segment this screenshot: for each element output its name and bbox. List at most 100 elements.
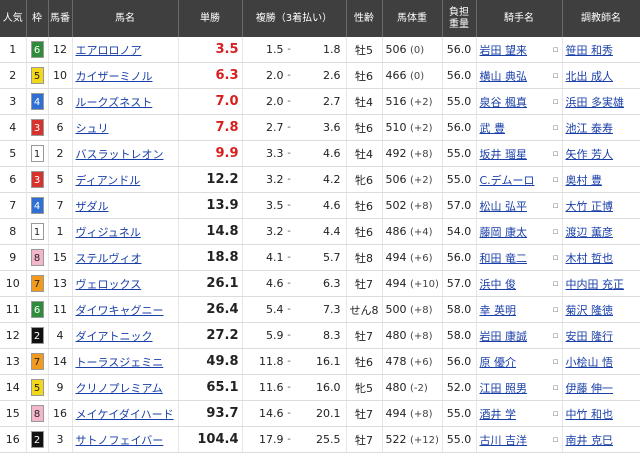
jockey-cell: 横山 典弘 ▫ [476, 62, 563, 89]
fukusho-high: 4.4 [322, 225, 341, 238]
trainer-name-link[interactable]: 伊藤 伸一 [566, 382, 614, 395]
jockey-name-link[interactable]: 和田 竜二 [480, 250, 528, 266]
trainer-name-link[interactable]: 安田 隆行 [566, 330, 614, 343]
jockey-marker: ▫ [552, 174, 559, 185]
waku-cell: 3 [26, 114, 49, 141]
col-tansho[interactable]: 単勝 [178, 0, 243, 37]
jockey-name-link[interactable]: 坂井 瑠星 [480, 146, 528, 162]
col-seirei[interactable]: 性齢 [346, 0, 383, 37]
col-horse[interactable]: 馬名 [72, 0, 179, 37]
tansho-cell: 7.0 [178, 88, 243, 115]
ninki-cell: 4 [0, 114, 27, 141]
horse-name-link[interactable]: ディアンドル [76, 174, 141, 187]
jockey-name-link[interactable]: 松山 弘平 [480, 198, 528, 214]
horse-cell: トーラスジェミニ [72, 348, 179, 375]
waku-cell: 3 [26, 166, 49, 193]
jockey-name-link[interactable]: 幸 英明 [480, 302, 517, 318]
horse-name-link[interactable]: メイケイダイハード [76, 408, 174, 421]
col-fukusho[interactable]: 複勝（3着払い） [242, 0, 347, 37]
jockey-cell: 松山 弘平 ▫ [476, 192, 563, 219]
trainer-name-link[interactable]: 中竹 和也 [566, 408, 614, 421]
jockey-name-link[interactable]: 岩田 望来 [480, 42, 528, 58]
col-jockey[interactable]: 騎手名 [476, 0, 563, 37]
umaban-cell: 4 [48, 322, 73, 349]
horse-cell: クリノプレミアム [72, 374, 179, 401]
horse-name-link[interactable]: ザダル [76, 200, 109, 213]
ninki-cell: 7 [0, 192, 27, 219]
jockey-name-link[interactable]: 原 優介 [480, 354, 517, 370]
fukusho-separator: - [287, 382, 291, 393]
ninki-cell: 11 [0, 296, 27, 323]
jockey-name-link[interactable]: 浜中 俊 [480, 276, 517, 292]
weight-diff: (+8) [410, 305, 433, 316]
horse-name-link[interactable]: トーラスジェミニ [76, 356, 164, 369]
jockey-name-link[interactable]: 酒井 学 [480, 406, 517, 422]
trainer-name-link[interactable]: 矢作 芳人 [566, 148, 614, 161]
weight-value: 506 [385, 173, 407, 186]
horse-name-link[interactable]: ステルヴィオ [76, 252, 142, 265]
jockey-name-link[interactable]: 古川 吉洋 [480, 432, 528, 448]
table-row: 16 2 3 サトノフェイバー 104.4 17.9 - 25.5 牡7 522… [0, 426, 640, 453]
horse-cell: サトノフェイバー [72, 426, 179, 453]
trainer-name-link[interactable]: 菊沢 隆徳 [566, 304, 614, 317]
horse-name-link[interactable]: ルークズネスト [76, 96, 153, 109]
horse-name-link[interactable]: クリノプレミアム [76, 382, 163, 395]
horse-name-link[interactable]: ダイワキャグニー [76, 304, 164, 317]
seirei-cell: 牡4 [346, 88, 383, 115]
trainer-name-link[interactable]: 浜田 多実雄 [566, 96, 625, 109]
umaban-cell: 6 [48, 114, 73, 141]
trainer-name-link[interactable]: 中内田 充正 [566, 278, 625, 291]
umaban-cell: 11 [48, 296, 73, 323]
horse-name-link[interactable]: バスラットレオン [76, 148, 164, 161]
trainer-name-link[interactable]: 池江 泰寿 [566, 122, 614, 135]
fukusho-high: 4.6 [322, 199, 341, 212]
jockey-name-link[interactable]: 横山 典弘 [480, 68, 528, 84]
jockey-name-link[interactable]: 武 豊 [480, 120, 506, 136]
trainer-name-link[interactable]: 笹田 和秀 [566, 44, 614, 57]
umaban-cell: 14 [48, 348, 73, 375]
fukusho-low: 11.8 [259, 355, 284, 368]
trainer-name-link[interactable]: 渡辺 薫彦 [566, 226, 614, 239]
jockey-cell: 江田 照男 ▫ [476, 374, 563, 401]
jockey-name-link[interactable]: 江田 照男 [480, 380, 528, 396]
trainer-cell: 北出 成人 [562, 62, 640, 89]
odds-table: 人気 枠 馬番 馬名 単勝 複勝（3着払い） 性齢 馬体重 負担 重量 騎手名 … [0, 0, 640, 453]
col-trainer[interactable]: 調教師名 [562, 0, 640, 37]
table-row: 15 8 16 メイケイダイハード 93.7 14.6 - 20.1 牡7 49… [0, 400, 640, 427]
horse-name-link[interactable]: ダイアトニック [76, 330, 153, 343]
seirei-cell: 牡6 [346, 62, 383, 89]
futan-cell: 56.0 [442, 244, 477, 271]
jockey-name-link[interactable]: C.デムーロ [480, 172, 535, 188]
col-futan[interactable]: 負担 重量 [442, 0, 477, 37]
futan-cell: 55.0 [442, 166, 477, 193]
trainer-cell: 笹田 和秀 [562, 37, 640, 63]
col-ninki[interactable]: 人気 [0, 0, 27, 37]
trainer-name-link[interactable]: 木村 哲也 [566, 252, 614, 265]
horse-name-link[interactable]: エアロロノア [76, 44, 142, 57]
weight-value: 502 [385, 199, 407, 212]
jockey-marker: ▫ [552, 226, 559, 237]
horse-name-link[interactable]: サトノフェイバー [76, 434, 164, 447]
horse-name-link[interactable]: ヴェロックス [76, 278, 142, 291]
trainer-name-link[interactable]: 南井 克巳 [566, 434, 614, 447]
trainer-name-link[interactable]: 大竹 正博 [566, 200, 614, 213]
jockey-name-link[interactable]: 岩田 康誠 [480, 328, 528, 344]
jockey-name-link[interactable]: 泉谷 楓真 [480, 94, 528, 110]
trainer-name-link[interactable]: 小桧山 悟 [566, 356, 614, 369]
jockey-name-link[interactable]: 藤岡 康太 [480, 224, 528, 240]
trainer-name-link[interactable]: 奥村 豊 [566, 174, 603, 187]
horse-name-link[interactable]: カイザーミノル [76, 70, 153, 83]
trainer-name-link[interactable]: 北出 成人 [566, 70, 614, 83]
waku-cell: 1 [26, 218, 49, 245]
col-waku[interactable]: 枠 [26, 0, 49, 37]
col-umaban[interactable]: 馬番 [48, 0, 73, 37]
horse-name-link[interactable]: ヴィジュネル [76, 226, 141, 239]
col-weight[interactable]: 馬体重 [382, 0, 443, 37]
fukusho-low: 3.2 [266, 225, 284, 238]
tansho-cell: 7.8 [178, 114, 243, 141]
weight-diff: (-2) [410, 383, 428, 394]
horse-name-link[interactable]: シュリ [76, 122, 109, 135]
tansho-odds: 13.9 [206, 198, 239, 213]
waku-badge: 5 [30, 379, 44, 396]
seirei-cell: 牡7 [346, 270, 383, 297]
